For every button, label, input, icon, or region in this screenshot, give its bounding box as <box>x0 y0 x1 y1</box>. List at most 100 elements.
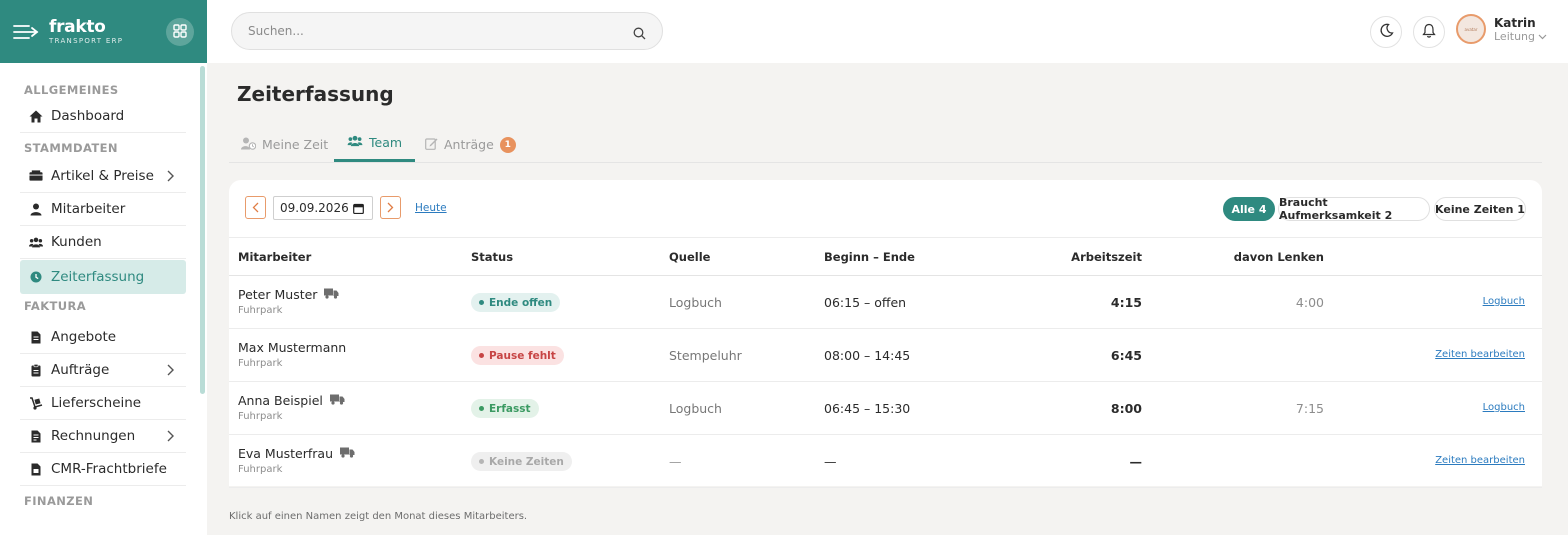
header-employee[interactable]: Mitarbeiter <box>238 250 311 264</box>
truck-icon <box>340 446 355 461</box>
status-text: Keine Zeiten <box>489 455 564 468</box>
page-title: Zeiterfassung <box>237 82 394 106</box>
work-time-cell: 6:45 <box>1110 348 1142 363</box>
logbook-link[interactable]: Logbuch <box>1483 296 1525 307</box>
tab-meine-zeit[interactable]: Meine Zeit <box>241 126 328 163</box>
range-cell: 08:00 – 14:45 <box>824 348 911 363</box>
dolly-icon <box>29 396 43 410</box>
today-link[interactable]: Heute <box>415 202 447 214</box>
sidebar-item-mitarbeiter[interactable]: Mitarbeiter <box>20 193 186 226</box>
header-source[interactable]: Quelle <box>669 250 710 264</box>
employee-name[interactable]: Anna Beispiel <box>238 393 345 408</box>
clock-icon <box>29 270 43 284</box>
driving-time-cell: 7:15 <box>1295 401 1324 416</box>
sidebar-item-artikel-preise[interactable]: Artikel & Preise <box>20 160 186 193</box>
filter-all[interactable]: Alle 4 <box>1223 197 1275 221</box>
user-menu[interactable]: avatar Katrin Leitung <box>1456 14 1547 44</box>
logo-name: frakto <box>49 16 106 37</box>
range-cell: 06:15 – offen <box>824 295 907 310</box>
sidebar-item-auftraege[interactable]: Aufträge <box>20 354 186 387</box>
apps-button[interactable] <box>166 18 194 46</box>
sidebar-section-faktura: FAKTURA <box>24 299 87 313</box>
logo-subtitle: TRANSPORT ERP <box>49 36 124 45</box>
sidebar-item-cmr-frachtbriefe[interactable]: CMR-Frachtbriefe <box>20 453 186 486</box>
sidebar-item-label: Lieferscheine <box>51 395 142 411</box>
tab-team[interactable]: Team <box>334 126 416 162</box>
user-icon <box>29 202 43 216</box>
avatar[interactable]: avatar <box>1456 14 1486 44</box>
driving-time-cell: 4:00 <box>1295 295 1324 310</box>
header-driving-time[interactable]: davon Lenken <box>1234 250 1324 264</box>
employee-name-text: Eva Musterfrau <box>238 446 334 461</box>
header-range[interactable]: Beginn – Ende <box>824 250 915 264</box>
chevron-right-icon <box>387 198 394 217</box>
table-row[interactable]: Peter Muster Fuhrpark Ende offen Logbuch… <box>229 276 1542 329</box>
sidebar-scrollbar[interactable] <box>200 66 205 394</box>
logo[interactable]: frakto TRANSPORT ERP <box>49 18 123 46</box>
sidebar-item-label: Rechnungen <box>51 428 136 444</box>
source-cell: Logbuch <box>669 401 722 416</box>
sidebar-section-stammdaten: STAMMDATEN <box>24 141 118 155</box>
sidebar-item-label: Artikel & Preise <box>51 168 154 184</box>
range-cell: — <box>824 454 837 469</box>
employee-name[interactable]: Max Mustermann <box>238 340 346 355</box>
chevron-right-icon <box>166 364 174 380</box>
employee-name-text: Anna Beispiel <box>238 393 323 408</box>
table-row[interactable]: Anna Beispiel Fuhrpark Erfasst Logbuch 0… <box>229 382 1542 435</box>
theme-toggle-button[interactable] <box>1370 16 1402 48</box>
status-text: Erfasst <box>489 402 531 415</box>
work-time-cell: — <box>1129 454 1143 469</box>
sidebar-item-kunden[interactable]: Kunden <box>20 226 186 259</box>
sidebar-item-lieferscheine[interactable]: Lieferscheine <box>20 387 186 420</box>
edit-times-link[interactable]: Zeiten bearbeiten <box>1435 349 1525 360</box>
menu-icon[interactable] <box>13 21 39 43</box>
tab-label: Anträge <box>444 137 494 152</box>
filter-needs-attention[interactable]: Braucht Aufmerksamkeit 2 <box>1278 196 1430 222</box>
chevron-down-icon <box>1538 30 1547 43</box>
team-time-card: 09.09.2026 Heute Alle 4 Braucht Aufmerks… <box>229 180 1542 488</box>
sidebar: ALLGEMEINES Dashboard STAMMDATEN Artikel… <box>0 63 207 535</box>
range-cell: 06:45 – 15:30 <box>824 401 911 416</box>
sidebar-item-label: Kunden <box>51 234 102 250</box>
edit-times-link[interactable]: Zeiten bearbeiten <box>1435 455 1525 466</box>
header-work-time[interactable]: Arbeitszeit <box>1071 250 1142 264</box>
date-toolbar: 09.09.2026 Heute Alle 4 Braucht Aufmerks… <box>229 180 1542 238</box>
sidebar-item-label: Angebote <box>51 329 117 345</box>
users-icon <box>29 235 43 249</box>
table-row[interactable]: Max Mustermann Fuhrpark Pause fehlt Stem… <box>229 329 1542 382</box>
home-icon <box>29 109 43 123</box>
clipboard-icon <box>29 363 43 377</box>
search-icon[interactable] <box>633 25 646 44</box>
sidebar-item-angebote[interactable]: Angebote <box>20 321 186 354</box>
status-text: Pause fehlt <box>489 349 556 362</box>
sidebar-section-allgemeines: ALLGEMEINES <box>24 83 119 97</box>
status-text: Ende offen <box>489 296 553 309</box>
status-badge: Keine Zeiten <box>471 452 572 471</box>
sidebar-item-zeiterfassung[interactable]: Zeiterfassung <box>20 260 186 294</box>
tab-antraege[interactable]: Anträge 1 <box>425 126 516 163</box>
file-icon <box>29 462 43 476</box>
next-day-button[interactable] <box>380 196 401 219</box>
employee-name[interactable]: Peter Muster <box>238 287 339 302</box>
search-input[interactable] <box>248 13 628 49</box>
notifications-button[interactable] <box>1413 16 1445 48</box>
source-cell: Stempeluhr <box>669 348 742 363</box>
calendar-icon[interactable] <box>353 203 364 217</box>
search-box[interactable] <box>231 12 663 50</box>
date-input[interactable]: 09.09.2026 <box>273 196 373 220</box>
edit-icon <box>425 137 438 153</box>
status-badge: Ende offen <box>471 293 561 312</box>
filter-no-times[interactable]: Keine Zeiten 1 <box>1434 197 1526 221</box>
employee-dept: Fuhrpark <box>238 464 283 475</box>
chevron-right-icon <box>166 170 174 186</box>
header-status[interactable]: Status <box>471 250 513 264</box>
table-row[interactable]: Eva Musterfrau Fuhrpark Keine Zeiten — —… <box>229 435 1542 488</box>
avatar-text: avatar <box>1464 26 1478 32</box>
logbook-link[interactable]: Logbuch <box>1483 402 1525 413</box>
sidebar-item-dashboard[interactable]: Dashboard <box>20 100 186 133</box>
sidebar-item-label: Zeiterfassung <box>51 269 145 285</box>
employee-name[interactable]: Eva Musterfrau <box>238 446 355 461</box>
sidebar-item-rechnungen[interactable]: Rechnungen <box>20 420 186 453</box>
previous-day-button[interactable] <box>245 196 266 219</box>
user-name: Katrin <box>1494 15 1536 30</box>
